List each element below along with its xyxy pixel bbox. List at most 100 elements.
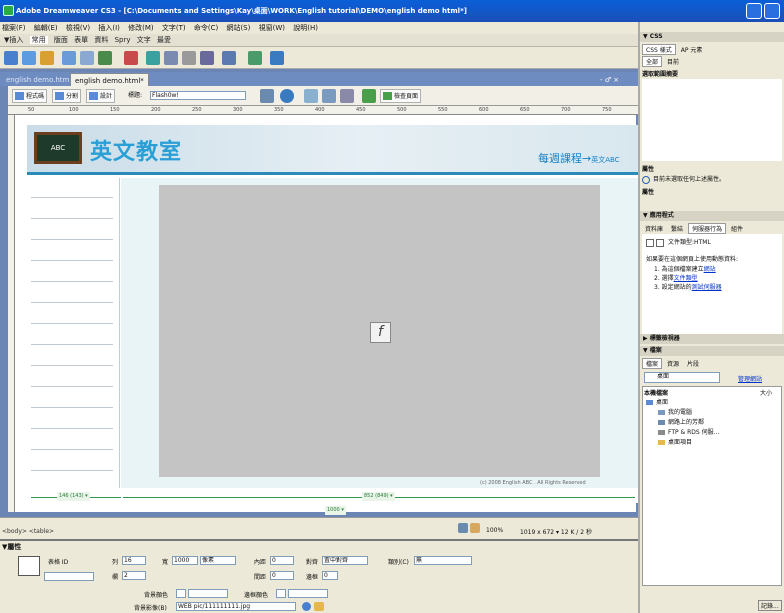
tab-server-behaviors[interactable]: 伺服器行為 — [688, 223, 727, 234]
nav-row[interactable] — [31, 307, 113, 324]
nav-row[interactable] — [31, 454, 113, 471]
page-title-input[interactable]: Flash0w! — [150, 91, 246, 100]
cellspace-input[interactable]: 0 — [270, 571, 294, 580]
nav-row[interactable] — [31, 433, 113, 450]
right-column-width[interactable]: 852 (849) ▾ — [362, 492, 395, 501]
nav-row[interactable] — [31, 391, 113, 408]
css-panel-header[interactable]: ▼ CSS — [640, 32, 784, 42]
weekly-course-link[interactable]: 每週課程→英文ABC — [538, 150, 620, 166]
table-id-select[interactable] — [44, 572, 94, 581]
tab-ap-elements[interactable]: AP 元素 — [678, 45, 706, 54]
image-icon[interactable] — [98, 51, 112, 65]
tab-favorites[interactable]: 最愛 — [157, 36, 171, 44]
application-panel-header[interactable]: ▼ 應用程式 — [640, 211, 784, 221]
tab-spry[interactable]: Spry — [115, 36, 131, 44]
tree-item-my-computer[interactable]: 我的電腦 — [646, 408, 719, 418]
local-files-header[interactable]: 本機檔案 — [644, 388, 668, 397]
email-link-icon[interactable] — [22, 51, 36, 65]
tab-files[interactable]: 檔案 — [642, 358, 663, 369]
validate-markup-icon[interactable] — [362, 89, 376, 103]
bordercolor-swatch[interactable] — [276, 589, 286, 598]
split-view-button[interactable]: 分割 — [52, 89, 82, 103]
hyperlink-icon[interactable] — [4, 51, 18, 65]
server-include-icon[interactable] — [164, 51, 178, 65]
site-link[interactable]: 網站 — [704, 266, 716, 273]
nav-row[interactable] — [31, 265, 113, 282]
refresh-icon[interactable] — [304, 89, 318, 103]
tab-databases[interactable]: 資料庫 — [642, 224, 666, 233]
cellpad-input[interactable]: 0 — [270, 556, 294, 565]
tag-selector[interactable]: <body> <table> — [2, 528, 54, 535]
tag-inspector-header[interactable]: ▶ 標籤檢視器 — [640, 334, 784, 344]
width-input[interactable]: 1000 — [172, 556, 198, 565]
tab-components[interactable]: 組件 — [728, 224, 746, 233]
date-icon[interactable] — [146, 51, 160, 65]
nav-row[interactable] — [31, 223, 113, 240]
tab-css-all[interactable]: 全部 — [642, 56, 663, 67]
nav-row[interactable] — [31, 412, 113, 429]
testing-server-link[interactable]: 測試伺服器 — [692, 284, 722, 291]
bgcolor-input[interactable] — [188, 589, 228, 598]
add-behavior-icon[interactable] — [646, 238, 654, 247]
rows-input[interactable]: 16 — [122, 556, 146, 565]
class-select[interactable]: 無 — [414, 556, 472, 565]
design-view-button[interactable]: 設計 — [86, 89, 116, 103]
tab-snippets[interactable]: 片段 — [684, 359, 702, 368]
layer-icon[interactable] — [80, 51, 94, 65]
table-icon[interactable] — [62, 51, 76, 65]
menu-file[interactable]: 檔案(F) — [2, 24, 26, 32]
tab-css-current[interactable]: 目前 — [664, 57, 682, 66]
comment-icon[interactable] — [182, 51, 196, 65]
tag-chooser-icon[interactable] — [270, 51, 284, 65]
minimize-button[interactable] — [746, 3, 762, 19]
remove-behavior-icon[interactable] — [656, 238, 664, 247]
tab-assets[interactable]: 資源 — [664, 359, 682, 368]
nav-row[interactable] — [31, 244, 113, 261]
menu-modify[interactable]: 修改(M) — [128, 24, 154, 32]
tab-data[interactable]: 資料 — [94, 36, 108, 44]
select-tool-icon[interactable] — [458, 523, 468, 533]
bgimage-input[interactable]: WEB pic/111111111.jpg — [176, 602, 296, 611]
named-anchor-icon[interactable] — [40, 51, 54, 65]
doc-window-controls[interactable]: - ♂ × — [600, 73, 619, 87]
cols-input[interactable]: 2 — [122, 571, 146, 580]
nav-row[interactable] — [31, 181, 113, 198]
zoom-level[interactable]: 100% — [486, 527, 503, 534]
preview-browser-icon[interactable] — [280, 89, 294, 103]
nav-row[interactable] — [31, 202, 113, 219]
tab-css-styles[interactable]: CSS 樣式 — [642, 44, 676, 55]
nav-row[interactable] — [31, 349, 113, 366]
size-column-header[interactable]: 大小 — [760, 388, 772, 397]
doctype-link[interactable]: 文件類型 — [674, 275, 698, 282]
code-view-button[interactable]: 程式碼 — [12, 89, 48, 103]
nav-row[interactable] — [31, 370, 113, 387]
tab-bindings[interactable]: 繫結 — [668, 224, 686, 233]
doc-tab-inactive[interactable]: english demo.html — [2, 73, 75, 86]
menu-text[interactable]: 文字(T) — [162, 24, 186, 32]
hand-tool-icon[interactable] — [470, 523, 480, 533]
point-to-file-icon[interactable] — [302, 602, 311, 611]
tab-common[interactable]: 常用 — [29, 36, 48, 44]
border-input[interactable]: 0 — [322, 571, 338, 580]
view-options-icon[interactable] — [322, 89, 336, 103]
media-icon[interactable] — [124, 51, 138, 65]
align-select[interactable]: 置中對齊 — [322, 556, 368, 565]
head-icon[interactable] — [200, 51, 214, 65]
script-icon[interactable] — [222, 51, 236, 65]
nav-row[interactable] — [31, 328, 113, 345]
check-page-button[interactable]: 檢查頁面 — [380, 89, 422, 103]
visual-aids-icon[interactable] — [340, 89, 354, 103]
restore-button[interactable] — [764, 3, 780, 19]
tree-item-desktop[interactable]: 桌面 — [646, 398, 719, 408]
menu-commands[interactable]: 命令(C) — [194, 24, 218, 32]
tab-layout[interactable]: 版面 — [54, 36, 68, 44]
width-unit-select[interactable]: 像素 — [200, 556, 236, 565]
properties-header[interactable]: ▼屬性 — [2, 542, 21, 552]
tree-item-desktop-items[interactable]: 桌面項目 — [646, 438, 719, 448]
insert-bar-toggle[interactable]: ▼插入 — [4, 36, 23, 44]
tree-item-ftp[interactable]: FTP & RDS 伺服... — [646, 428, 719, 438]
site-select[interactable]: 桌面 — [644, 372, 720, 383]
file-management-icon[interactable] — [260, 89, 274, 103]
nav-row[interactable] — [31, 286, 113, 303]
menu-insert[interactable]: 插入(I) — [98, 24, 120, 32]
